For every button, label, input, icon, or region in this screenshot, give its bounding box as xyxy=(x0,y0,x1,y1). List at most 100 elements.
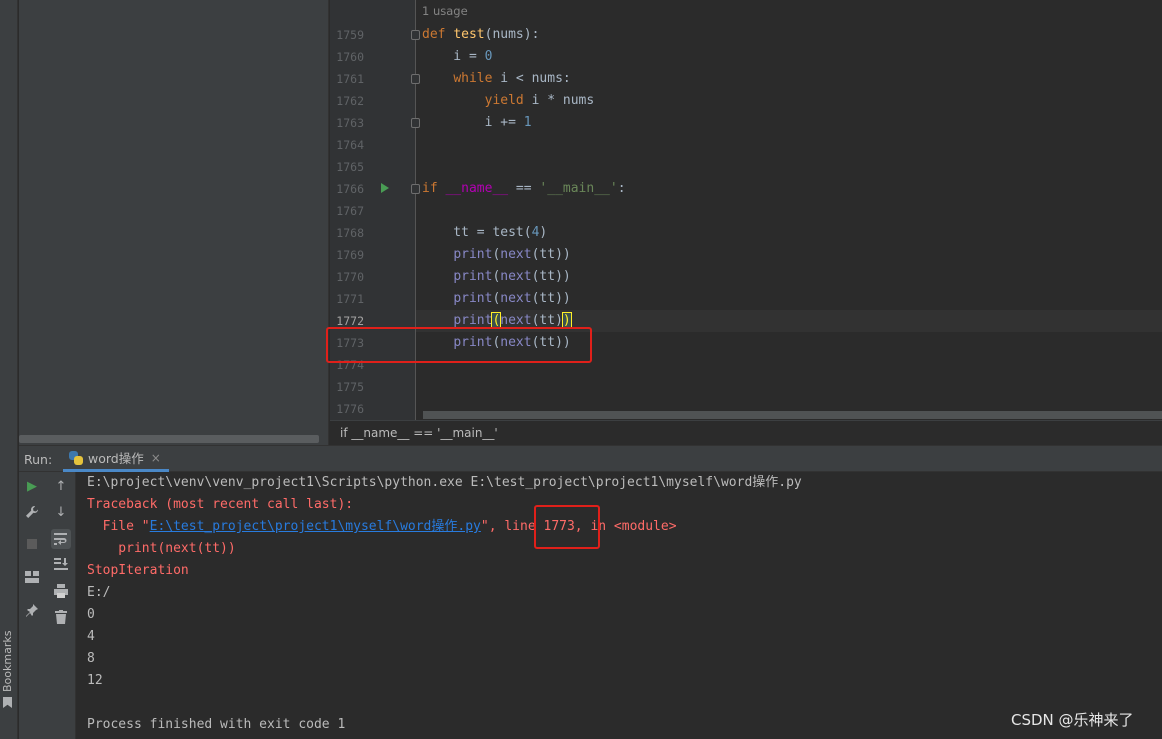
run-tab[interactable]: word操作 × xyxy=(63,446,169,472)
pin-icon[interactable] xyxy=(23,601,41,619)
stop-icon[interactable] xyxy=(23,535,41,553)
console-text: 8 xyxy=(87,651,95,666)
code-token: ) xyxy=(561,312,572,329)
line-number: 1763 xyxy=(336,116,364,130)
code-line[interactable]: tt = test(4) xyxy=(422,222,547,244)
line-number: 1764 xyxy=(336,138,364,152)
arrow-down-icon[interactable]: ↓ xyxy=(52,503,70,521)
line-number: 1765 xyxy=(336,160,364,174)
code-token: (tt)) xyxy=(531,247,571,262)
console-line: 4 xyxy=(87,626,95,648)
code-token: next xyxy=(500,313,532,328)
console-line: Traceback (most recent call last): xyxy=(87,494,353,516)
line-number: 1760 xyxy=(336,50,364,64)
trash-icon[interactable] xyxy=(52,608,70,626)
console-text: E:/ xyxy=(87,585,111,600)
code-token: 0 xyxy=(484,49,493,64)
rerun-icon[interactable]: ▶ xyxy=(23,477,41,495)
code-line[interactable]: if __name__ == '__main__': xyxy=(422,178,626,200)
line-number: 1759 xyxy=(336,28,364,42)
breadcrumb[interactable]: if __name__ == '__main__' xyxy=(330,420,1162,445)
code-token: i = xyxy=(422,49,485,64)
console-line: 8 xyxy=(87,648,95,670)
code-token: print xyxy=(453,269,493,284)
console-text: Traceback (most recent call last): xyxy=(87,497,354,512)
highlight-box-line-1773 xyxy=(326,327,592,363)
code-token: print xyxy=(453,291,493,306)
console-text: 4 xyxy=(87,629,95,644)
line-number: 1768 xyxy=(336,226,364,240)
console-text: print(next(tt)) xyxy=(87,541,236,556)
fold-icon[interactable] xyxy=(411,184,420,194)
code-token: '__main__' xyxy=(539,181,618,196)
console-text: Process finished with exit code 1 xyxy=(87,717,346,732)
code-token: tt = test( xyxy=(422,225,532,240)
console-line: print(next(tt)) xyxy=(87,538,236,560)
run-gutter-icon[interactable] xyxy=(381,183,389,193)
code-token: print xyxy=(453,247,493,262)
code-line[interactable]: i += 1 xyxy=(422,112,532,134)
code-line[interactable]: yield i * nums xyxy=(422,90,595,112)
code-token: while xyxy=(453,71,493,86)
bookmark-icon[interactable] xyxy=(3,697,12,708)
line-number: 1761 xyxy=(336,72,364,86)
project-panel xyxy=(19,0,329,445)
run-toolbar-secondary: ↑ ↓ xyxy=(45,472,76,739)
code-line[interactable]: def test(nums): xyxy=(422,24,539,46)
code-line[interactable]: i = 0 xyxy=(422,46,492,68)
code-line[interactable]: print(next(tt)) xyxy=(422,244,571,266)
fold-icon[interactable] xyxy=(411,30,420,40)
layout-icon[interactable] xyxy=(23,568,41,586)
editor-horizontal-scrollbar[interactable] xyxy=(423,411,1162,419)
line-number: 1771 xyxy=(336,292,364,306)
run-toolbar-primary: ▶ xyxy=(19,472,45,739)
bookmarks-tool-tab[interactable]: Bookmarks xyxy=(1,631,14,692)
console-text: File " xyxy=(87,519,150,534)
fold-icon[interactable] xyxy=(411,118,420,128)
left-tool-strip: Bookmarks xyxy=(0,0,18,739)
python-icon xyxy=(69,450,83,465)
code-line[interactable]: while i < nums: xyxy=(422,68,571,90)
console-line: 0 xyxy=(87,604,95,626)
line-number: 1766 xyxy=(336,182,364,196)
line-number: 1762 xyxy=(336,94,364,108)
code-token: next xyxy=(500,269,532,284)
arrow-up-icon[interactable]: ↑ xyxy=(52,477,70,495)
fold-icon[interactable] xyxy=(411,74,420,84)
console-line: E:\project\venv\venv_project1\Scripts\py… xyxy=(87,472,802,494)
close-icon[interactable]: × xyxy=(151,451,161,465)
run-console-output[interactable]: E:\project\venv\venv_project1\Scripts\py… xyxy=(77,472,1162,739)
code-token: 1 xyxy=(523,115,532,130)
console-line: StopIteration xyxy=(87,560,189,582)
code-token: next xyxy=(500,291,532,306)
code-token: (tt)) xyxy=(531,291,571,306)
project-horizontal-scrollbar[interactable] xyxy=(19,435,319,443)
code-token: print xyxy=(453,313,493,328)
line-number: 1769 xyxy=(336,248,364,262)
print-icon[interactable] xyxy=(52,582,70,600)
scroll-to-end-icon[interactable] xyxy=(52,555,70,573)
wrench-icon[interactable] xyxy=(23,503,41,521)
console-line: 12 xyxy=(87,670,103,692)
code-token: : xyxy=(617,181,626,196)
watermark: CSDN @乐神来了 xyxy=(1011,711,1134,729)
code-token: i < nums: xyxy=(492,71,571,86)
code-line[interactable]: print(next(tt)) xyxy=(422,288,571,310)
traceback-file-link[interactable]: E:\test_project\project1\myself\word操作.p… xyxy=(150,519,481,534)
code-token: == xyxy=(508,181,540,196)
code-token: ) xyxy=(539,225,548,240)
code-token: if xyxy=(422,181,438,196)
run-tool-window-header: Run: word操作 × xyxy=(19,445,1162,472)
soft-wrap-icon[interactable] xyxy=(51,529,71,549)
code-token: test xyxy=(453,27,485,42)
line-number: 1775 xyxy=(336,380,364,394)
code-line[interactable]: print(next(tt)) xyxy=(422,266,570,288)
usage-hint[interactable]: 1 usage xyxy=(422,4,468,18)
console-text: 0 xyxy=(87,607,95,622)
console-text: 12 xyxy=(87,673,103,688)
